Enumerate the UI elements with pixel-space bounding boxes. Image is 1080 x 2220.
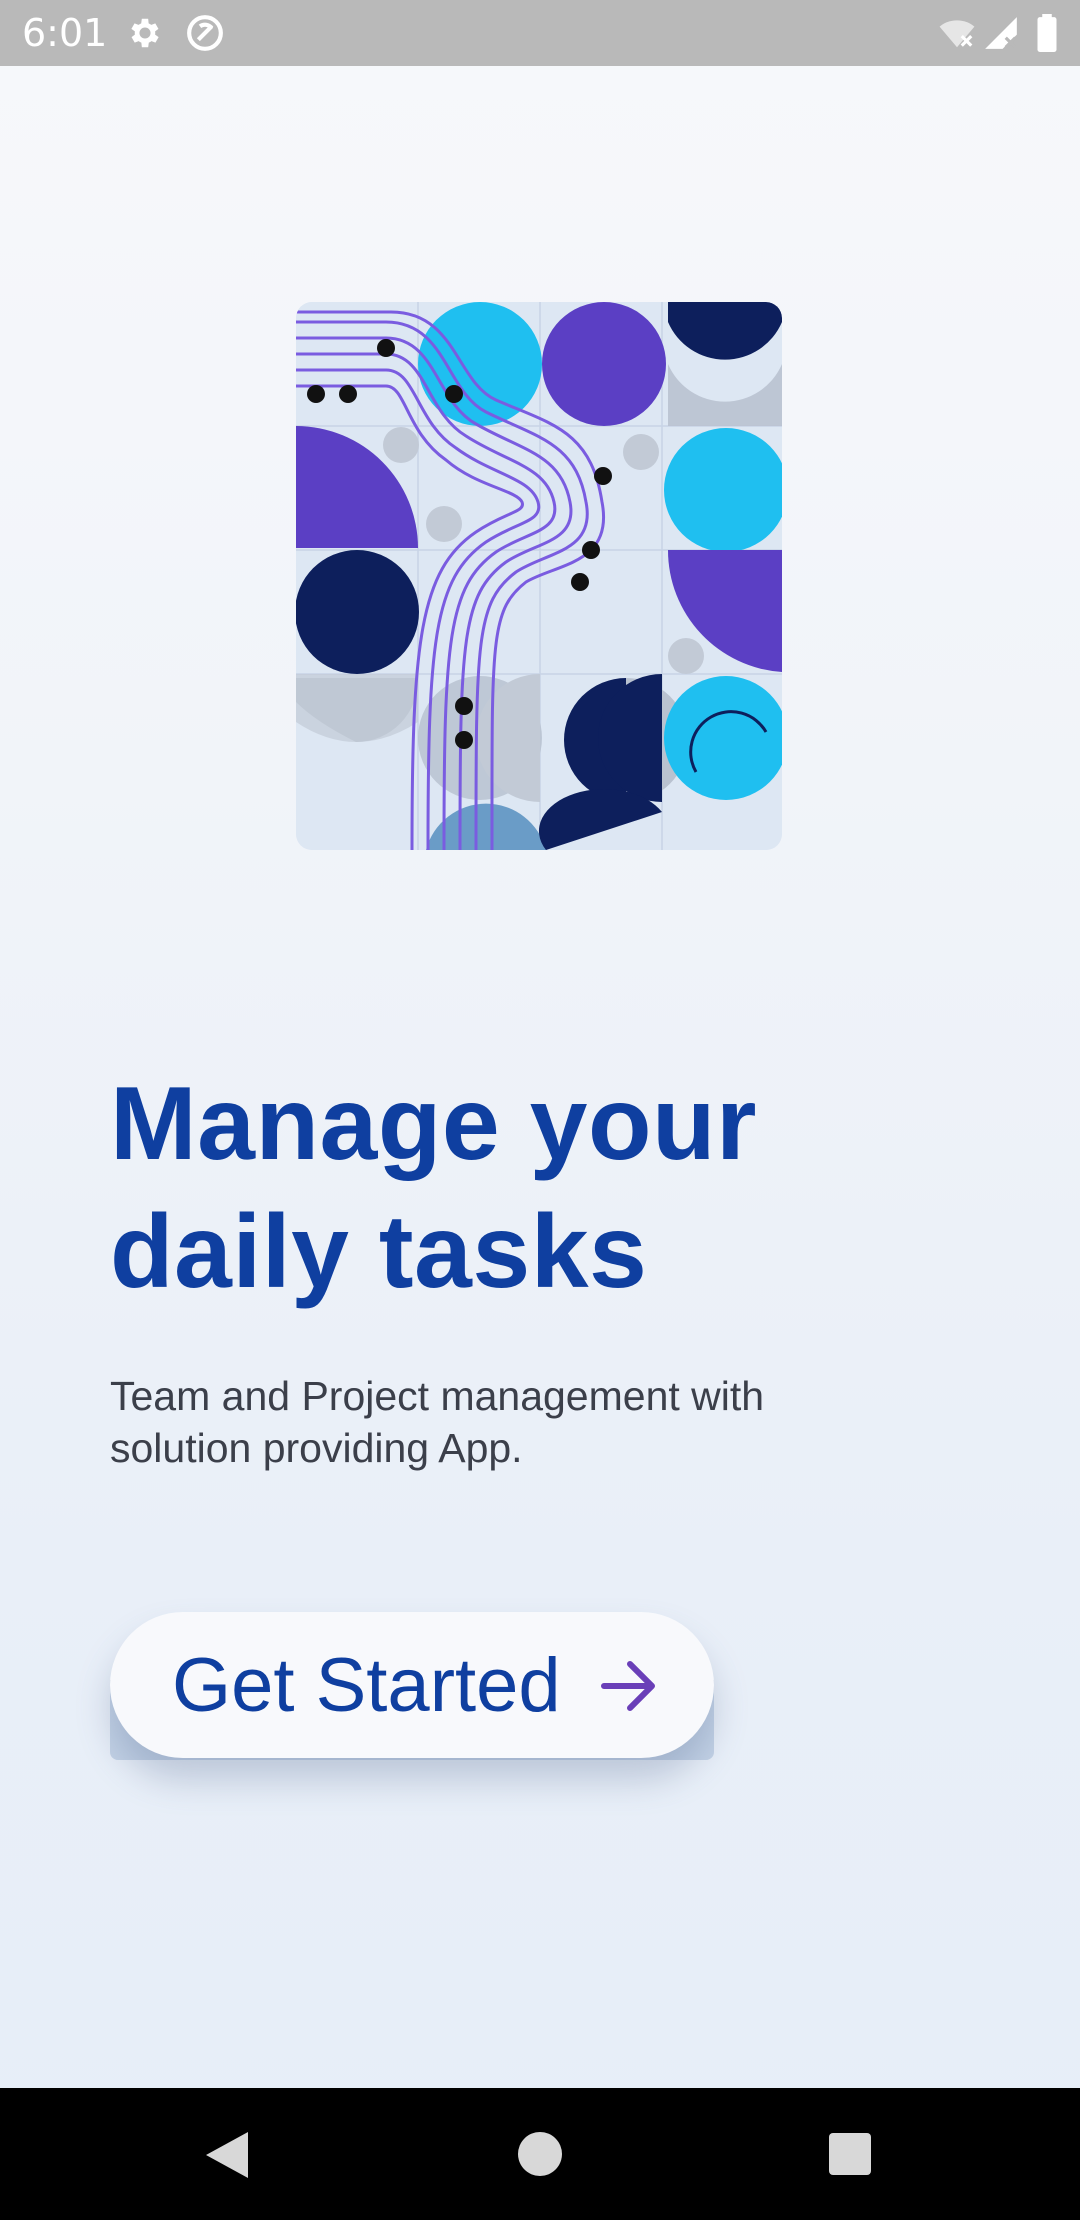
back-icon[interactable] <box>204 2130 250 2180</box>
subtitle-line-1: Team and Project management with <box>110 1373 765 1419</box>
sync-icon <box>187 15 223 51</box>
battery-icon <box>1037 14 1057 52</box>
status-bar: 6:01 <box>0 0 1080 66</box>
wifi-off-icon <box>939 20 975 48</box>
abstract-geometric-illustration <box>296 302 782 850</box>
headline: Manage your daily tasks <box>110 1060 1010 1316</box>
signal-off-icon <box>985 17 1017 49</box>
headline-line-2: daily tasks <box>110 1194 648 1310</box>
arrow-right-icon <box>601 1661 655 1711</box>
status-time: 6:01 <box>22 11 108 55</box>
hero-illustration <box>296 302 782 850</box>
home-icon[interactable] <box>518 2132 562 2176</box>
get-started-label: Get Started <box>172 1643 561 1728</box>
subtitle-line-2: solution providing App. <box>110 1425 523 1471</box>
gear-icon <box>131 18 159 48</box>
subtitle: Team and Project management with solutio… <box>110 1370 930 1474</box>
recents-icon[interactable] <box>829 2133 871 2175</box>
get-started-button[interactable]: Get Started <box>110 1612 714 1758</box>
headline-line-1: Manage your <box>110 1066 757 1182</box>
navigation-bar <box>0 2088 1080 2220</box>
